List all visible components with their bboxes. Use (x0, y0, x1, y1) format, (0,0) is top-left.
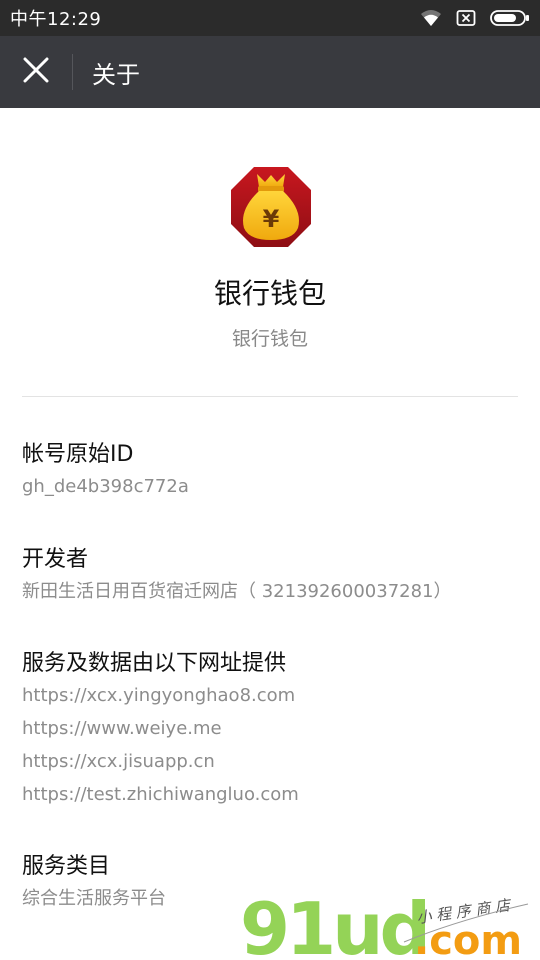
developer-section: 开发者 新田生活日用百货宿迁网店（ 321392600037281） (22, 545, 522, 608)
account-id-value: gh_de4b398c772a (22, 476, 189, 497)
service-urls-label: 服务及数据由以下网址提供 (22, 651, 287, 676)
app-bar-divider (72, 54, 73, 90)
divider (22, 396, 518, 397)
app-logo: ¥ (230, 166, 312, 248)
battery-icon (490, 9, 530, 27)
page-title: 关于 (92, 60, 140, 89)
app-bar: 关于 (0, 36, 540, 108)
sim-icon (456, 9, 476, 27)
developer-value: 新田生活日用百货宿迁网店（ 321392600037281） (22, 581, 452, 602)
account-id-section: 帐号原始ID gh_de4b398c772a (22, 440, 522, 503)
close-icon (23, 57, 49, 87)
service-url: https://xcx.yingyonghao8.com (22, 685, 296, 706)
service-url: https://xcx.jisuapp.cn (22, 751, 215, 772)
app-name: 银行钱包 (213, 277, 326, 310)
status-icons (420, 9, 530, 27)
category-label: 服务类目 (22, 854, 111, 879)
service-url: https://test.zhichiwangluo.com (22, 784, 299, 805)
service-url: https://www.weiye.me (22, 718, 222, 739)
developer-label: 开发者 (22, 547, 89, 572)
yuan-symbol: ¥ (263, 205, 280, 233)
app-description: 银行钱包 (231, 328, 308, 350)
wifi-icon (420, 9, 442, 27)
account-id-label: 帐号原始ID (22, 442, 134, 467)
watermark-logo: 91ud .com 小 程 序 商 店 (238, 880, 538, 960)
status-bar: 中午12:29 (0, 0, 540, 36)
svg-text:91ud: 91ud (240, 887, 427, 960)
service-urls-section: 服务及数据由以下网址提供 https://xcx.yingyonghao8.co… (22, 649, 522, 811)
close-button[interactable] (0, 36, 72, 108)
status-time: 中午12:29 (10, 9, 102, 30)
